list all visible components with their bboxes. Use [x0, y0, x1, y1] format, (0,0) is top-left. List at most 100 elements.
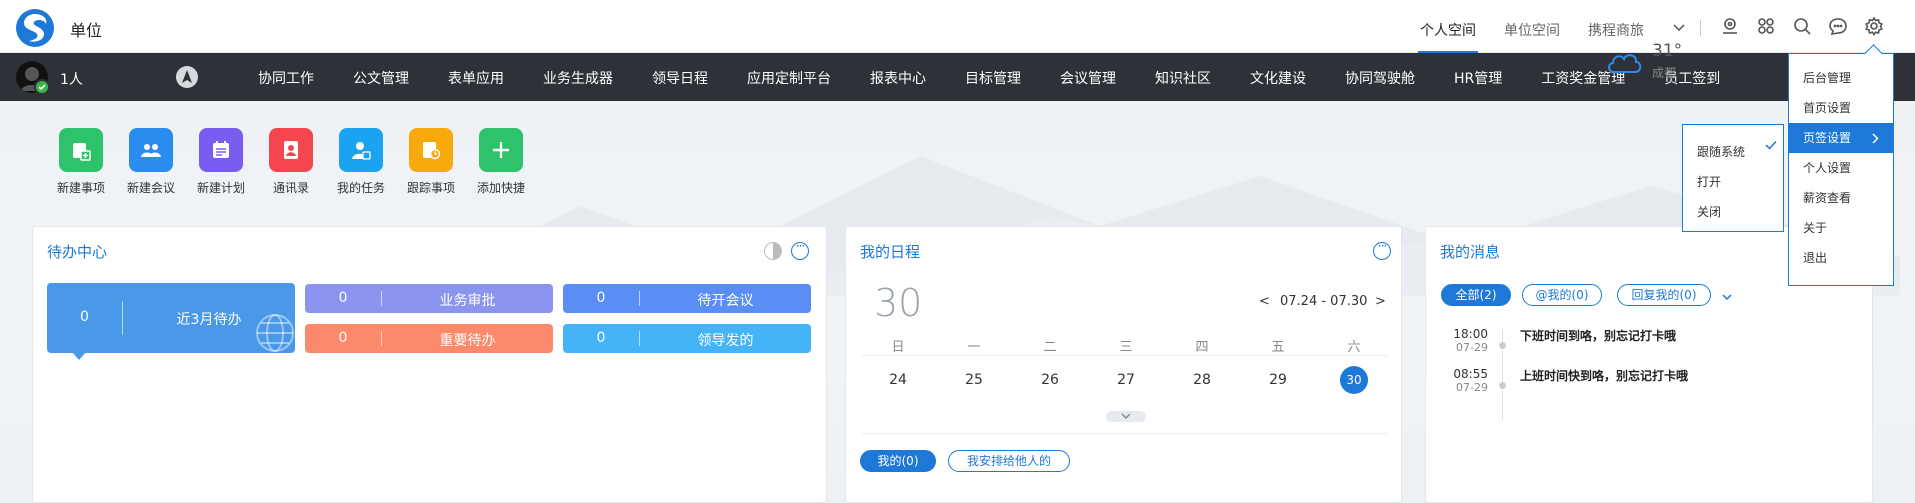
- menu-item-home-settings[interactable]: 首页设置: [1789, 93, 1893, 123]
- message-filter-mentions[interactable]: @我的(0): [1522, 284, 1602, 306]
- chevron-right-icon: [1872, 133, 1879, 144]
- message-item[interactable]: 下班时间到咯，别忘记打卡哦: [1520, 327, 1676, 344]
- menu-item-about[interactable]: 关于: [1789, 213, 1893, 243]
- chat-icon[interactable]: [1828, 16, 1848, 36]
- message-filter-replies[interactable]: 回复我的(0): [1617, 284, 1711, 306]
- nav-item[interactable]: 业务生成器: [543, 68, 613, 88]
- todo-label: 业务审批: [439, 293, 496, 309]
- calendar-date[interactable]: 26: [1030, 372, 1070, 388]
- user-count[interactable]: 1人: [60, 69, 83, 89]
- nav-item[interactable]: 应用定制平台: [747, 68, 831, 88]
- gear-icon[interactable]: [1864, 16, 1884, 36]
- weekday-label: 一: [967, 340, 981, 355]
- globe-icon: [256, 314, 294, 352]
- weekday-label: 四: [1195, 340, 1209, 355]
- quick-action-label: 新建事项: [56, 181, 105, 195]
- message-filter-all[interactable]: 全部(2): [1441, 284, 1511, 306]
- navigation-compass-icon[interactable]: [176, 66, 198, 88]
- more-icon[interactable]: [1373, 239, 1391, 260]
- calendar-date[interactable]: 27: [1106, 372, 1146, 388]
- quick-action-label: 跟踪事项: [406, 181, 455, 195]
- menu-item-label: 页签设置: [1803, 131, 1852, 145]
- top-icons: [1720, 16, 1884, 36]
- nav-item[interactable]: HR管理: [1454, 68, 1502, 88]
- calendar-next-button[interactable]: >: [1375, 294, 1386, 309]
- more-icon[interactable]: [791, 239, 809, 260]
- quick-action-label: 新建计划: [196, 181, 245, 195]
- quick-action-new-meeting[interactable]: 新建会议: [121, 128, 181, 196]
- todo-label: 领导发的: [697, 333, 754, 349]
- nav-item[interactable]: 文化建设: [1250, 68, 1306, 88]
- weekday-label: 三: [1119, 340, 1133, 355]
- quick-action-track-item[interactable]: 跟踪事项: [401, 128, 461, 196]
- todo-card-business-approval[interactable]: 0 业务审批: [305, 284, 553, 313]
- weekday-label: 五: [1271, 340, 1285, 355]
- weekday-label: 六: [1347, 340, 1361, 355]
- track-item-icon: [409, 128, 453, 172]
- schedule-filter-mine[interactable]: 我的(0): [860, 450, 936, 472]
- menu-item-tab-settings[interactable]: 页签设置: [1789, 123, 1893, 153]
- todo-card-pending-meeting[interactable]: 0 待开会议: [563, 284, 811, 313]
- quick-action-add-shortcut[interactable]: 添加快捷: [471, 128, 531, 196]
- weekday-label: 日: [891, 340, 905, 355]
- menu-item-salary[interactable]: 薪资查看: [1789, 183, 1893, 213]
- divider: [862, 433, 1387, 434]
- tab-unit-space[interactable]: 单位空间: [1504, 20, 1560, 53]
- nav-item[interactable]: 报表中心: [870, 68, 926, 88]
- submenu-item-open[interactable]: 打开: [1697, 173, 1721, 190]
- divider: [862, 355, 1387, 356]
- message-time: 18:00: [1453, 327, 1488, 341]
- message-date: 07-29: [1456, 381, 1488, 394]
- panel-title: 我的消息: [1440, 243, 1501, 261]
- online-status-icon: [34, 79, 50, 95]
- calendar-expand-toggle[interactable]: [1106, 411, 1146, 422]
- panel-title: 我的日程: [860, 243, 921, 261]
- chevron-down-icon[interactable]: [1720, 290, 1734, 304]
- app-logo-icon[interactable]: [16, 9, 54, 47]
- nav-item[interactable]: 知识社区: [1155, 68, 1211, 88]
- nav-item[interactable]: 会议管理: [1060, 68, 1116, 88]
- submenu-item-close[interactable]: 关闭: [1697, 203, 1721, 220]
- divider: [1700, 20, 1701, 36]
- tab-personal-space[interactable]: 个人空间: [1418, 20, 1478, 53]
- todo-card-important[interactable]: 0 重要待办: [305, 324, 553, 353]
- quick-action-new-item[interactable]: 新建事项: [51, 128, 111, 196]
- nav-item[interactable]: 领导日程: [652, 68, 708, 88]
- apps-icon[interactable]: [1756, 16, 1776, 36]
- menu-item-admin[interactable]: 后台管理: [1789, 63, 1893, 93]
- todo-card-from-leader[interactable]: 0 领导发的: [563, 324, 811, 353]
- calendar-today[interactable]: 30: [1340, 366, 1368, 394]
- message-item[interactable]: 上班时间快到咯，别忘记打卡哦: [1520, 367, 1688, 384]
- quick-action-my-task[interactable]: 我的任务: [331, 128, 391, 196]
- calendar-date[interactable]: 24: [878, 372, 918, 388]
- settings-menu: 后台管理 首页设置 页签设置 个人设置 薪资查看 关于 退出: [1788, 53, 1894, 286]
- calendar-date[interactable]: 28: [1182, 372, 1222, 388]
- nav-item[interactable]: 协同驾驶舱: [1345, 68, 1415, 88]
- search-icon[interactable]: [1792, 16, 1812, 36]
- submenu-item-follow-system[interactable]: 跟随系统: [1697, 143, 1745, 160]
- chevron-down-icon[interactable]: [1672, 21, 1686, 35]
- todo-card-recent[interactable]: 0 近3月待办: [47, 283, 295, 353]
- menu-item-logout[interactable]: 退出: [1789, 243, 1893, 273]
- nav-item[interactable]: 表单应用: [448, 68, 504, 88]
- nav-item[interactable]: 协同工作: [258, 68, 314, 88]
- weekday-label: 二: [1043, 340, 1057, 355]
- timeline-dot: [1499, 382, 1506, 389]
- menu-item-personal-settings[interactable]: 个人设置: [1789, 153, 1893, 183]
- nav-item[interactable]: 目标管理: [965, 68, 1021, 88]
- message-date: 07-29: [1456, 341, 1488, 354]
- add-shortcut-icon: [479, 128, 523, 172]
- nav-item[interactable]: 公文管理: [353, 68, 409, 88]
- schedule-filter-assigned[interactable]: 我安排给他人的: [948, 450, 1070, 472]
- calendar-date[interactable]: 25: [954, 372, 994, 388]
- location-icon[interactable]: [1720, 16, 1740, 36]
- calendar-date[interactable]: 29: [1258, 372, 1298, 388]
- timeline-dot: [1499, 342, 1506, 349]
- contrast-icon[interactable]: [764, 242, 782, 260]
- quick-action-new-plan[interactable]: 新建计划: [191, 128, 251, 196]
- new-plan-icon: [199, 128, 243, 172]
- quick-action-label: 我的任务: [336, 181, 385, 195]
- calendar-prev-button[interactable]: <: [1259, 294, 1270, 309]
- new-meeting-icon: [129, 128, 173, 172]
- quick-action-contacts[interactable]: 通讯录: [261, 128, 321, 196]
